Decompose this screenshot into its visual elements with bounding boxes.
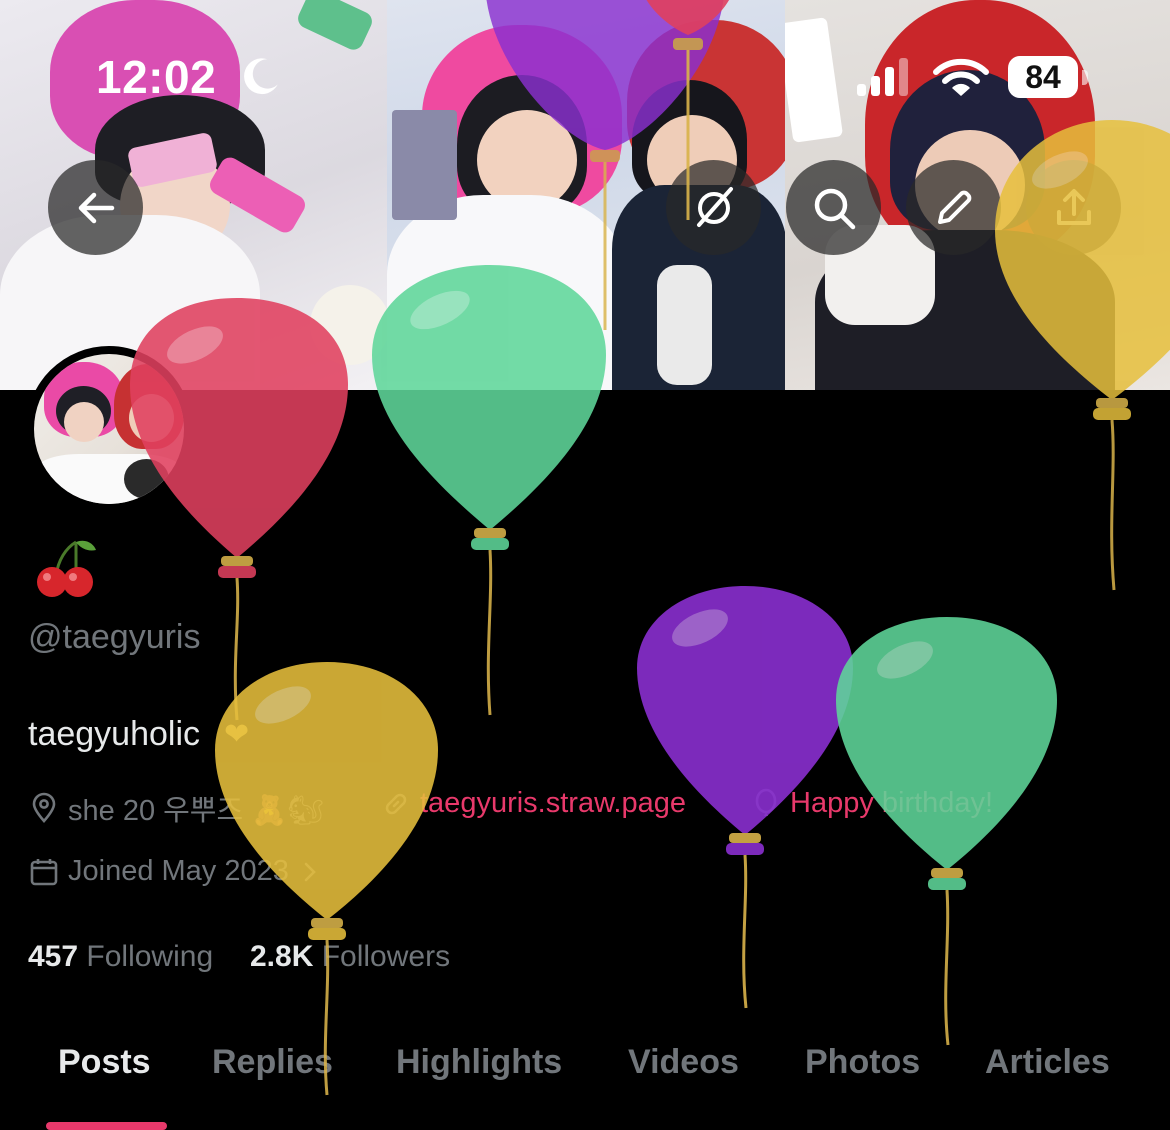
followers-label: Followers bbox=[321, 940, 451, 973]
website-link[interactable]: taegyuris.straw.page bbox=[420, 787, 686, 820]
link-icon bbox=[385, 793, 407, 814]
balloon-green-right bbox=[836, 617, 1057, 1046]
location-text: she 20 우뿌즈 🧸🐿 bbox=[68, 795, 325, 827]
balloon-icon bbox=[755, 788, 777, 816]
back-arrow-icon bbox=[78, 192, 114, 223]
calendar-icon bbox=[30, 858, 58, 885]
chevron-right-icon bbox=[304, 862, 316, 881]
birthday-text: Happy birthday! bbox=[790, 787, 994, 819]
profile-joined[interactable]: Joined May 2023 bbox=[28, 855, 321, 888]
cherry-emoji bbox=[37, 540, 96, 597]
share-button[interactable] bbox=[1026, 160, 1121, 255]
wifi-icon bbox=[933, 58, 989, 96]
share-icon bbox=[1056, 188, 1091, 225]
followers-link[interactable]: 2.8K Followers bbox=[250, 940, 450, 974]
search-button[interactable] bbox=[786, 160, 881, 255]
profile-bio: taegyuholic bbox=[28, 715, 201, 753]
tab-articles[interactable]: Articles bbox=[985, 1043, 1110, 1082]
back-button[interactable] bbox=[48, 160, 143, 255]
grok-button[interactable] bbox=[666, 160, 761, 255]
edit-pencil-icon bbox=[937, 190, 971, 224]
active-tab-indicator bbox=[46, 1122, 167, 1130]
followers-count: 2.8K bbox=[250, 940, 314, 973]
tab-posts[interactable]: Posts bbox=[58, 1043, 151, 1082]
profile-website[interactable]: taegyuris.straw.page bbox=[380, 787, 686, 820]
tab-replies[interactable]: Replies bbox=[212, 1043, 333, 1082]
location-pin-icon bbox=[32, 792, 56, 823]
profile-handle: @taegyuris bbox=[28, 618, 201, 656]
following-label: Following bbox=[86, 940, 214, 973]
display-name: 🍒 bbox=[32, 536, 33, 537]
tab-highlights[interactable]: Highlights bbox=[396, 1043, 562, 1082]
following-link[interactable]: 457 Following bbox=[28, 940, 213, 974]
grok-icon bbox=[696, 186, 733, 227]
battery-level: 84 bbox=[1025, 58, 1061, 95]
battery-tip bbox=[1082, 70, 1088, 85]
search-icon bbox=[814, 188, 855, 229]
avatar[interactable] bbox=[26, 346, 192, 512]
following-count: 457 bbox=[28, 940, 79, 973]
moon-icon bbox=[244, 58, 278, 95]
tab-photos[interactable]: Photos bbox=[805, 1043, 920, 1082]
bio-heart: ❤ bbox=[224, 718, 250, 751]
signal-icon bbox=[857, 58, 908, 96]
battery-icon: 84 bbox=[1008, 56, 1078, 98]
tab-videos[interactable]: Videos bbox=[628, 1043, 739, 1082]
edit-button[interactable] bbox=[906, 160, 1001, 255]
profile-location: she 20 우뿌즈 🧸🐿 bbox=[28, 787, 324, 829]
profile-birthday: Happy birthday! bbox=[750, 787, 993, 820]
status-time: 12:02 bbox=[96, 51, 217, 103]
joined-text: Joined May 2023 bbox=[68, 855, 289, 887]
avatar-image bbox=[34, 354, 184, 504]
